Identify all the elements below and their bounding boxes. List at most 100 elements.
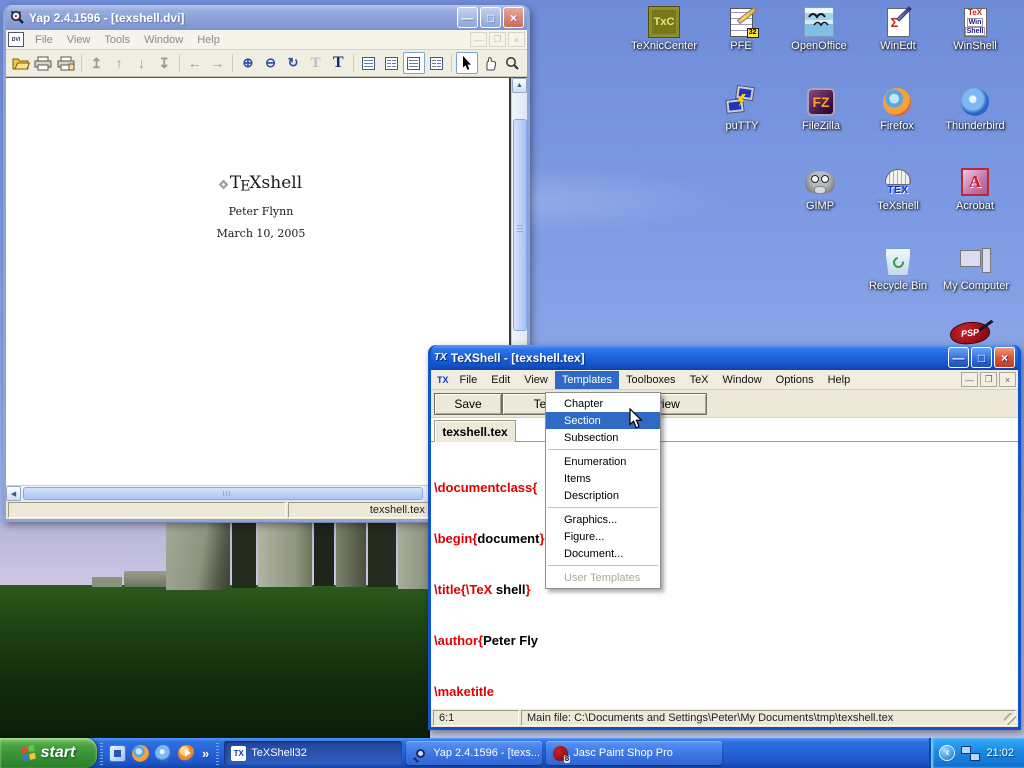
editor-line: \title{\TeX shell} xyxy=(434,581,1018,598)
menu-separator xyxy=(548,507,658,508)
texshell-close-button[interactable]: × xyxy=(994,347,1015,368)
my-computer-icon xyxy=(959,246,993,278)
yap-title-bar[interactable]: Yap 2.4.1596 - [texshell.dvi] — □ × xyxy=(6,5,527,30)
yap-toolbar: ↥ ↑ ↓ ↧ ← → ⊕ ⊖ ↻ T T xyxy=(6,50,527,77)
yap-maximize-button[interactable]: □ xyxy=(480,7,501,28)
network-status-icon[interactable] xyxy=(961,746,980,761)
zoom-out-icon[interactable]: ⊖ xyxy=(260,52,282,74)
desktop-icon-winedt[interactable]: Σ WinEdt xyxy=(859,6,937,52)
yap-menu-window[interactable]: Window xyxy=(137,31,190,49)
texshell-mdi-close-button[interactable]: × xyxy=(999,372,1016,387)
yap-mdi-restore-button[interactable]: ❐ xyxy=(489,32,506,47)
texshell-mdi-restore-button[interactable]: ❐ xyxy=(980,372,997,387)
desktop-icon-firefox[interactable]: Firefox xyxy=(858,86,936,132)
back-icon[interactable]: ← xyxy=(184,52,206,74)
pan-hand-icon[interactable] xyxy=(479,52,501,74)
texshell-app-icon: TX xyxy=(434,352,447,363)
thunderbird-quicklaunch-icon[interactable] xyxy=(155,745,172,762)
scroll-up-icon[interactable]: ▲ xyxy=(512,78,527,93)
yap-mdi-minimize-button[interactable]: — xyxy=(470,32,487,47)
desktop-icon-thunderbird[interactable]: Thunderbird xyxy=(936,86,1014,132)
desktop-icon-recycle-bin[interactable]: Recycle Bin xyxy=(859,246,937,292)
taskbar-button-texshell32[interactable]: TX TeXShell32 xyxy=(224,741,402,765)
firefox-quicklaunch-icon[interactable] xyxy=(132,745,149,762)
open-icon[interactable] xyxy=(10,52,32,74)
tab-texshell-tex[interactable]: texshell.tex xyxy=(434,420,516,442)
texshell-menu-file[interactable]: File xyxy=(453,371,485,389)
texshell-menu-view[interactable]: View xyxy=(517,371,555,389)
view-continuous-icon[interactable] xyxy=(403,52,425,74)
dvi-document-title: TEXshell xyxy=(156,173,366,193)
texshell-menu-tex[interactable]: TeX xyxy=(683,371,716,389)
taskbar-button-paint-shop-pro[interactable]: 8 Jasc Paint Shop Pro xyxy=(546,741,722,765)
show-desktop-icon[interactable] xyxy=(109,745,126,762)
desktop-icon-filezilla[interactable]: FZ FileZilla xyxy=(782,86,860,132)
menu-item-items[interactable]: Items xyxy=(546,470,660,487)
texshell-mdi-minimize-button[interactable]: — xyxy=(961,372,978,387)
texshell-menu-help[interactable]: Help xyxy=(821,371,858,389)
texshell-maximize-button[interactable]: □ xyxy=(971,347,992,368)
yap-menu-help[interactable]: Help xyxy=(190,31,227,49)
select-arrow-icon[interactable] xyxy=(456,52,478,74)
yap-close-button[interactable]: × xyxy=(503,7,524,28)
zoom-in-icon[interactable]: ⊕ xyxy=(237,52,259,74)
psp-task-icon: 8 xyxy=(553,746,568,761)
yap-minimize-button[interactable]: — xyxy=(457,7,478,28)
view-two-page-icon[interactable] xyxy=(381,52,403,74)
quicklaunch-overflow-chevron[interactable]: » xyxy=(202,746,209,761)
go-last-page-icon[interactable]: ↧ xyxy=(153,52,175,74)
tray-chevron-icon[interactable]: ‹ xyxy=(939,745,955,761)
menu-item-figure[interactable]: Figure... xyxy=(546,528,660,545)
desktop-icon-acrobat[interactable]: A Acrobat xyxy=(936,166,1014,212)
go-first-page-icon[interactable]: ↥ xyxy=(86,52,108,74)
texshell-menu-options[interactable]: Options xyxy=(769,371,821,389)
desktop-icon-my-computer[interactable]: My Computer xyxy=(937,246,1015,292)
yap-menu-file[interactable]: File xyxy=(28,31,60,49)
scroll-left-icon[interactable]: ◀ xyxy=(6,486,21,501)
yap-vscroll-thumb[interactable] xyxy=(513,119,527,331)
texshell-menu-templates[interactable]: Templates xyxy=(555,371,619,389)
texshell-minimize-button[interactable]: — xyxy=(948,347,969,368)
text-bold-icon[interactable]: T xyxy=(327,52,349,74)
go-previous-page-icon[interactable]: ↑ xyxy=(108,52,130,74)
start-button[interactable]: start xyxy=(0,738,97,768)
stone xyxy=(92,577,122,587)
taskbar-separator xyxy=(100,741,103,765)
texshell-title-bar[interactable]: TX TeXShell - [texshell.tex] — □ × xyxy=(431,345,1018,370)
menu-item-enumeration[interactable]: Enumeration xyxy=(546,453,660,470)
yap-status-left xyxy=(8,502,286,518)
forward-icon[interactable]: → xyxy=(207,52,229,74)
yap-menu-view[interactable]: View xyxy=(60,31,98,49)
texshell-menu-window[interactable]: Window xyxy=(716,371,769,389)
print-icon[interactable] xyxy=(33,52,55,74)
menu-item-description[interactable]: Description xyxy=(546,487,660,504)
menu-item-document[interactable]: Document... xyxy=(546,545,660,562)
texshell-menu-toolboxes[interactable]: Toolboxes xyxy=(619,371,683,389)
go-next-page-icon[interactable]: ↓ xyxy=(131,52,153,74)
yap-mdi-close-button[interactable]: × xyxy=(508,32,525,47)
desktop-icon-texniccenter[interactable]: TxC TeXnicCenter xyxy=(625,6,703,52)
yap-hscroll-thumb[interactable] xyxy=(23,487,423,500)
desktop-icon-pfe[interactable]: 32 PFE xyxy=(702,6,780,52)
magnifier-icon[interactable] xyxy=(502,52,524,74)
texshell-menu-edit[interactable]: Edit xyxy=(484,371,517,389)
desktop-icon-winshell[interactable]: TeXWinShell WinShell xyxy=(936,6,1014,52)
desktop-icon-openoffice[interactable]: OpenOffice xyxy=(780,6,858,52)
menu-item-graphics[interactable]: Graphics... xyxy=(546,511,660,528)
desktop-icon-texshell[interactable]: TEX TeXshell xyxy=(859,166,937,212)
texshell-editor[interactable]: \documentclass{ \begin{document} \title{… xyxy=(431,442,1018,709)
resize-grip[interactable] xyxy=(1004,713,1016,725)
texshell-mdi-doc-icon: TX xyxy=(437,375,449,385)
yap-menu-tools[interactable]: Tools xyxy=(97,31,137,49)
view-single-page-icon[interactable] xyxy=(358,52,380,74)
stone xyxy=(124,571,170,587)
desktop-icon-putty[interactable]: puTTY xyxy=(703,86,781,132)
desktop-icon-gimp[interactable]: GIMP xyxy=(781,166,859,212)
save-button[interactable]: Save xyxy=(434,393,502,415)
media-player-quicklaunch-icon[interactable] xyxy=(178,745,195,762)
text-outline-icon[interactable]: T xyxy=(305,52,327,74)
refresh-icon[interactable]: ↻ xyxy=(282,52,304,74)
view-continuous-facing-icon[interactable] xyxy=(426,52,448,74)
print-page-icon[interactable] xyxy=(55,52,77,74)
taskbar-button-yap[interactable]: Yap 2.4.1596 - [texs... xyxy=(406,741,542,765)
